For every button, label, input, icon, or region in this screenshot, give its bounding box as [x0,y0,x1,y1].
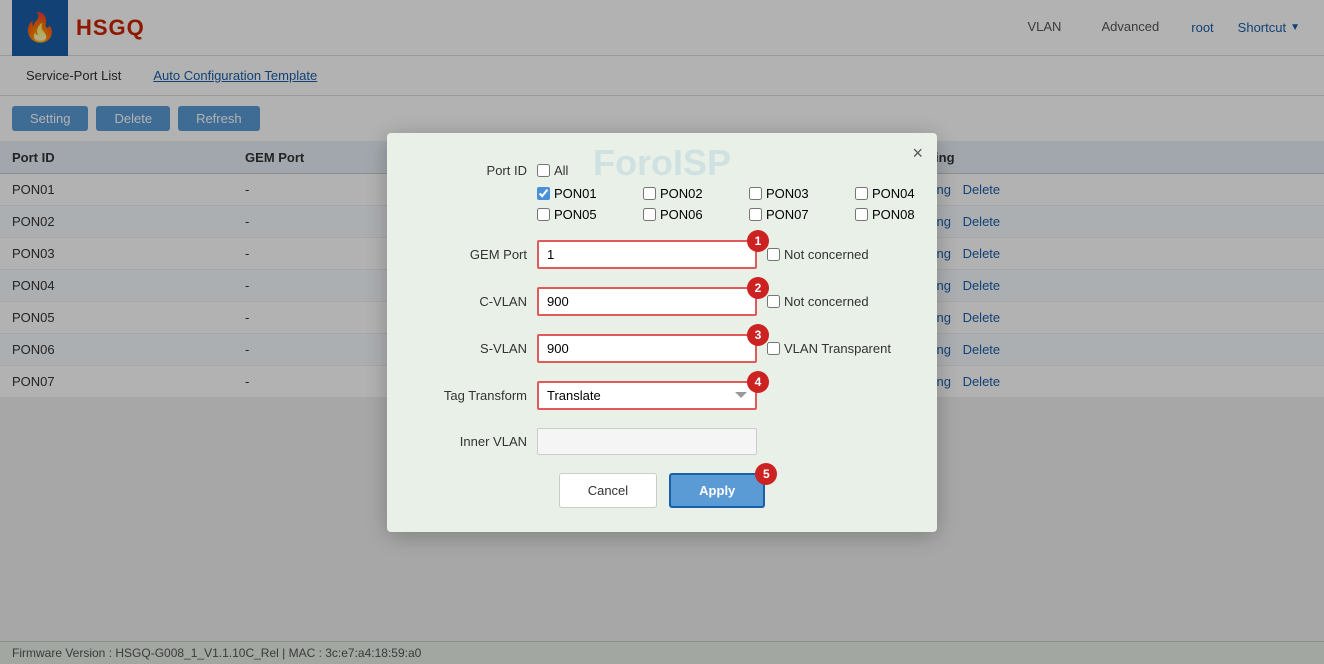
port-row-1: PON01 PON02 PON03 PON04 [537,186,897,201]
svlan-input[interactable] [537,334,757,363]
all-label: All [554,163,568,178]
port-item-pon04: PON04 [855,186,945,201]
gem-port-label: GEM Port [427,247,527,262]
pon03-label: PON03 [766,186,809,201]
port-item-pon02: PON02 [643,186,733,201]
svlan-row: S-VLAN 3 VLAN Transparent [427,334,897,363]
cvlan-step-badge: 2 [747,277,769,299]
port-id-section: Port ID All PON01 PON02 [427,163,897,222]
cvlan-not-concerned-group: Not concerned [767,294,869,309]
svlan-input-wrap: 3 [537,334,757,363]
gem-port-not-concerned-group: Not concerned [767,247,869,262]
tag-transform-step-badge: 4 [747,371,769,393]
inner-vlan-label: Inner VLAN [427,434,527,449]
all-checkbox[interactable] [537,164,550,177]
pon05-checkbox[interactable] [537,208,550,221]
port-id-row: Port ID All [427,163,897,178]
tag-transform-select-wrap: Translate Push Pop None 4 [537,381,757,410]
cvlan-row: C-VLAN 2 Not concerned [427,287,897,316]
port-item-pon05: PON05 [537,207,627,222]
pon04-label: PON04 [872,186,915,201]
port-row-2: PON05 PON06 PON07 PON08 [537,207,897,222]
svlan-label: S-VLAN [427,341,527,356]
tag-transform-row: Tag Transform Translate Push Pop None 4 [427,381,897,410]
modal-overlay: ForoISP × Port ID All PON01 [0,0,1324,664]
pon07-checkbox[interactable] [749,208,762,221]
port-item-pon03: PON03 [749,186,839,201]
svlan-transparent-checkbox[interactable] [767,342,780,355]
pon06-checkbox[interactable] [643,208,656,221]
gem-port-not-concerned-checkbox[interactable] [767,248,780,261]
tag-transform-label: Tag Transform [427,388,527,403]
port-item-pon08: PON08 [855,207,945,222]
pon02-label: PON02 [660,186,703,201]
pon01-checkbox[interactable] [537,187,550,200]
gem-port-not-concerned-label: Not concerned [784,247,869,262]
svlan-step-badge: 3 [747,324,769,346]
port-id-label: Port ID [427,163,527,178]
pon01-label: PON01 [554,186,597,201]
apply-step-badge: 5 [755,463,777,485]
svlan-transparent-group: VLAN Transparent [767,341,891,356]
pon08-label: PON08 [872,207,915,222]
gem-port-input-wrap: 1 [537,240,757,269]
cvlan-not-concerned-label: Not concerned [784,294,869,309]
pon06-label: PON06 [660,207,703,222]
cvlan-input[interactable] [537,287,757,316]
gem-port-step-badge: 1 [747,230,769,252]
tag-transform-select[interactable]: Translate Push Pop None [537,381,757,410]
pon05-label: PON05 [554,207,597,222]
pon02-checkbox[interactable] [643,187,656,200]
port-checkboxes-container: PON01 PON02 PON03 PON04 [537,186,897,222]
gem-port-row: GEM Port 1 Not concerned [427,240,897,269]
port-item-pon01: PON01 [537,186,627,201]
cancel-button[interactable]: Cancel [559,473,657,508]
cvlan-label: C-VLAN [427,294,527,309]
all-checkbox-group: All [537,163,568,178]
apply-button-wrap: Apply 5 [669,473,765,508]
inner-vlan-row: Inner VLAN [427,428,897,455]
apply-button[interactable]: Apply [669,473,765,508]
port-item-pon07: PON07 [749,207,839,222]
modal: ForoISP × Port ID All PON01 [387,133,937,532]
cvlan-not-concerned-checkbox[interactable] [767,295,780,308]
inner-vlan-input[interactable] [537,428,757,455]
gem-port-input[interactable] [537,240,757,269]
pon08-checkbox[interactable] [855,208,868,221]
pon04-checkbox[interactable] [855,187,868,200]
modal-close-button[interactable]: × [912,143,923,164]
cvlan-input-wrap: 2 [537,287,757,316]
pon07-label: PON07 [766,207,809,222]
pon03-checkbox[interactable] [749,187,762,200]
port-item-pon06: PON06 [643,207,733,222]
modal-footer: Cancel Apply 5 [427,473,897,508]
svlan-transparent-label: VLAN Transparent [784,341,891,356]
